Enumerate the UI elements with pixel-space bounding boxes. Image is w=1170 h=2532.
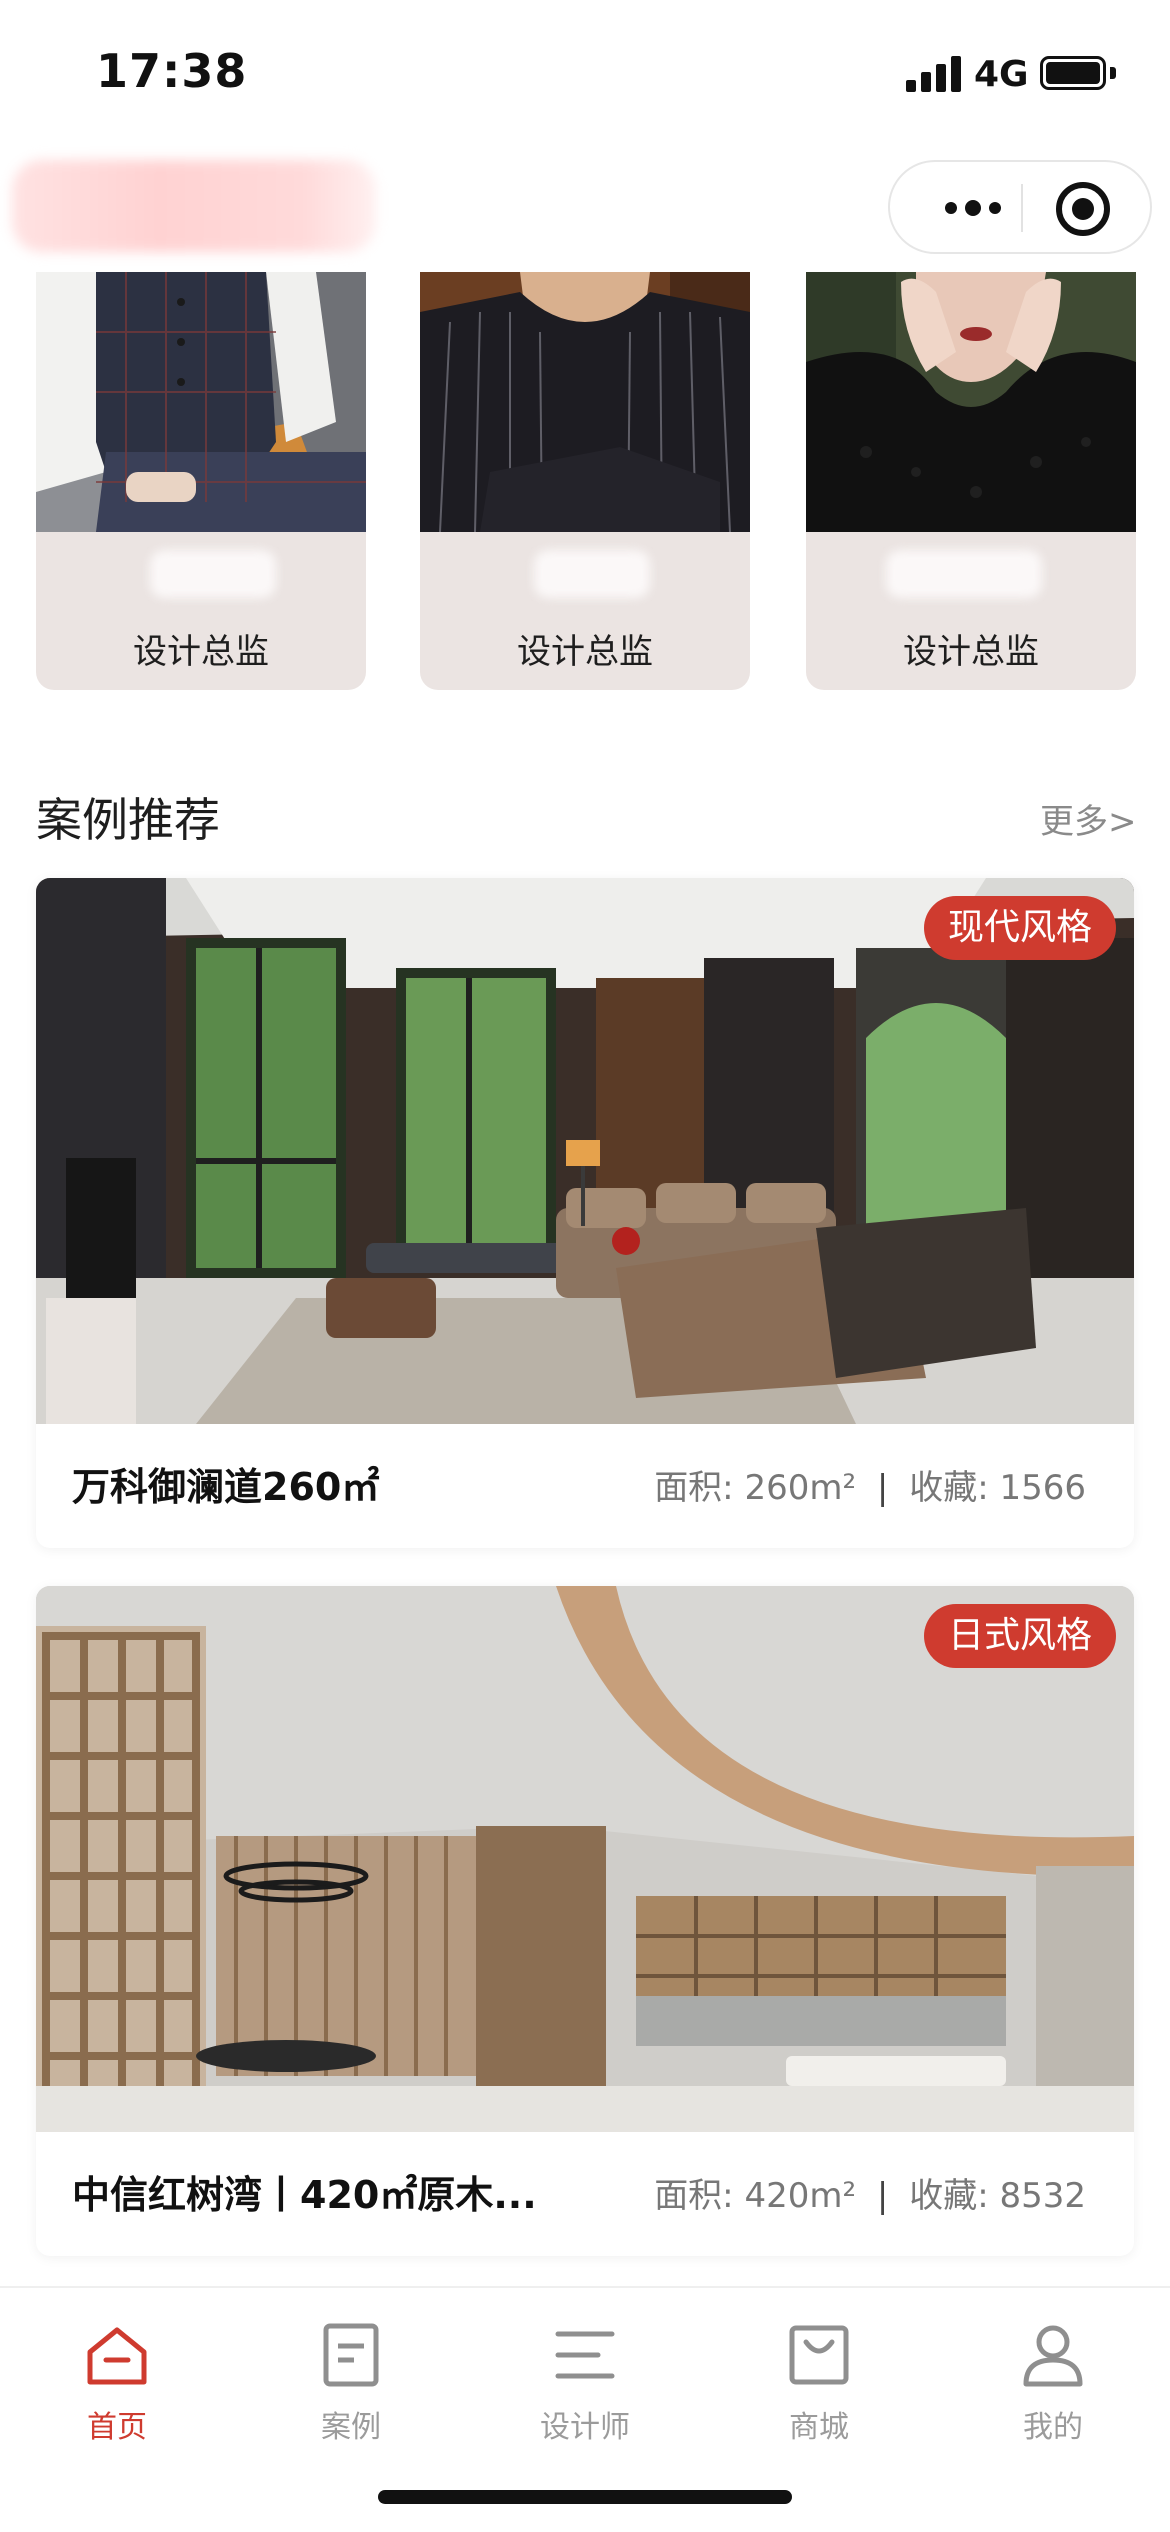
designer-card[interactable]: 设计总监 — [36, 272, 366, 690]
target-circle-icon[interactable] — [1056, 182, 1110, 236]
case-favorites: 收藏: 1566 — [909, 1468, 1086, 1508]
ellipsis-icon[interactable] — [926, 190, 1020, 226]
menu-lines-icon — [555, 2331, 615, 2379]
tab-shop[interactable]: 商城 — [702, 2304, 936, 2454]
tab-label: 商城 — [789, 2410, 849, 2445]
home-icon — [87, 2327, 147, 2385]
case-title: 中信红树湾丨420㎡原木... — [72, 2173, 537, 2217]
signal-icon — [906, 56, 962, 92]
designer-role: 设计总监 — [517, 632, 653, 672]
document-icon — [323, 2323, 379, 2387]
miniprogram-capsule — [888, 160, 1152, 254]
tab-profile[interactable]: 我的 — [936, 2304, 1170, 2454]
battery-tip — [1110, 67, 1116, 79]
tab-label: 案例 — [321, 2410, 381, 2445]
case-area: 面积: 260m² — [654, 1468, 857, 1508]
blurred-designer-name — [150, 550, 276, 598]
meta-separator: | — [876, 1468, 889, 1508]
home-indicator[interactable] — [378, 2490, 792, 2504]
designer-photo — [420, 272, 750, 532]
designer-role: 设计总监 — [903, 632, 1039, 672]
tab-home[interactable]: 首页 — [0, 2304, 234, 2454]
section-title: 案例推荐 — [36, 793, 220, 847]
more-link[interactable]: 更多> — [1040, 794, 1137, 843]
meta-separator: | — [876, 2176, 889, 2216]
network-type: 4G — [974, 54, 1029, 95]
profile-icon — [1023, 2325, 1083, 2387]
designer-card[interactable]: 设计总监 — [806, 272, 1136, 690]
designer-photo — [806, 272, 1136, 532]
tab-cases[interactable]: 案例 — [234, 2304, 468, 2454]
style-badge: 现代风格 — [923, 896, 1116, 960]
page: 17:38 4G 设计总监 设计总监 设计总监 案例推荐 更多> 现代风格 万科… — [0, 0, 1170, 2532]
designer-photo — [36, 272, 366, 532]
status-bar: 17:38 4G — [0, 0, 1170, 140]
tab-designers[interactable]: 设计师 — [468, 2304, 702, 2454]
case-area: 面积: 420m² — [654, 2176, 857, 2216]
style-badge: 日式风格 — [923, 1604, 1116, 1668]
tab-label: 我的 — [1023, 2410, 1083, 2445]
designer-card[interactable]: 设计总监 — [420, 272, 750, 690]
case-card[interactable]: 日式风格 中信红树湾丨420㎡原木... 面积: 420m² | 收藏: 853… — [36, 1586, 1134, 2256]
case-card[interactable]: 现代风格 万科御澜道260㎡ 面积: 260m² | 收藏: 1566 — [36, 878, 1134, 1548]
case-title: 万科御澜道260㎡ — [72, 1465, 380, 1509]
status-time: 17:38 — [96, 44, 248, 98]
case-meta: 面积: 420m² | 收藏: 8532 — [654, 2168, 1086, 2217]
blurred-designer-name — [534, 550, 650, 598]
shopping-bag-icon — [789, 2325, 849, 2385]
blurred-designer-name — [886, 550, 1042, 598]
designer-role: 设计总监 — [133, 632, 269, 672]
battery-icon — [1040, 56, 1106, 90]
capsule-divider — [1021, 184, 1023, 232]
case-favorites: 收藏: 8532 — [909, 2176, 1086, 2216]
tab-label: 设计师 — [540, 2410, 630, 2445]
tab-label: 首页 — [87, 2410, 147, 2445]
case-meta: 面积: 260m² | 收藏: 1566 — [654, 1460, 1086, 1509]
blurred-page-title — [12, 160, 376, 252]
